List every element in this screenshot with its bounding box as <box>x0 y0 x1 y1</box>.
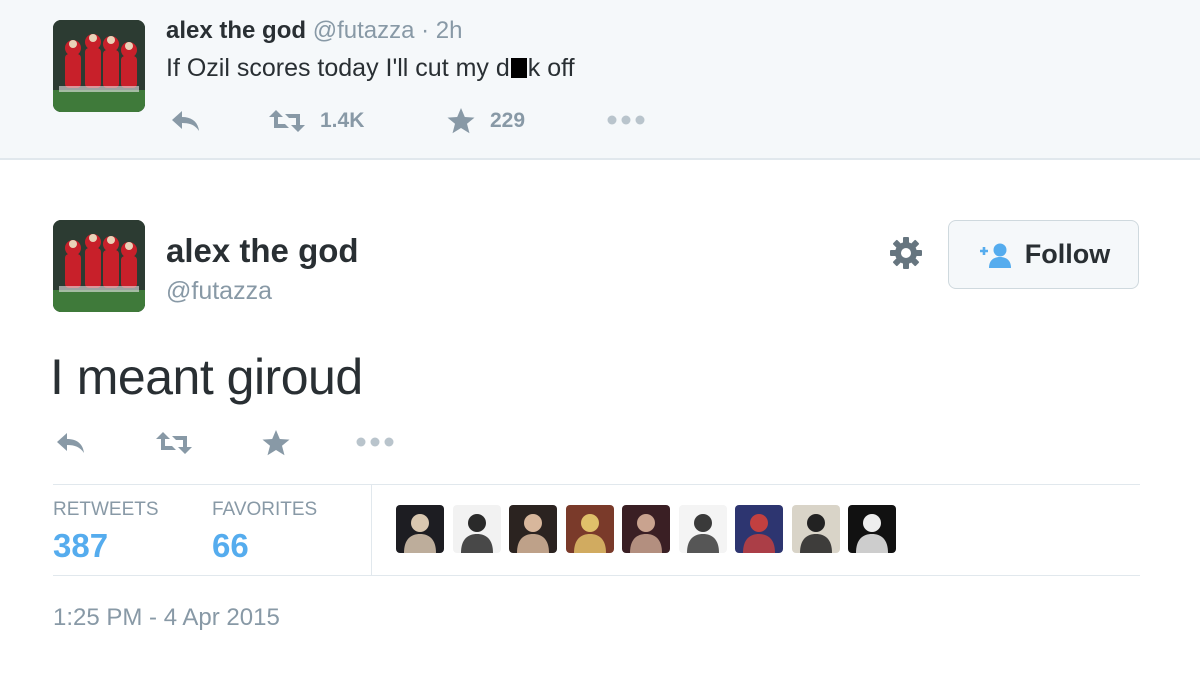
retweets-label[interactable]: RETWEETS <box>53 499 159 521</box>
main-retweet-button[interactable] <box>155 430 193 456</box>
parent-tweet-text-end: k off <box>527 54 575 82</box>
user-photo-icon <box>735 505 783 553</box>
main-user-handle[interactable]: @futazza <box>166 277 272 306</box>
favoriter-avatar-4[interactable] <box>566 505 614 553</box>
team-photo-icon <box>53 220 145 312</box>
reply-icon <box>172 111 199 131</box>
header-separator: · <box>421 17 430 44</box>
retweet-icon <box>269 110 305 132</box>
main-tweet-text: I meant giroud <box>50 349 363 405</box>
main-reply-button[interactable] <box>55 430 87 456</box>
main-user-name[interactable]: alex the god <box>166 232 359 270</box>
retweets-count[interactable]: 387 <box>53 527 108 565</box>
parent-tweet-actions: 1.4K 229 <box>166 106 686 140</box>
user-photo-icon <box>509 505 557 553</box>
gear-icon <box>890 237 922 269</box>
favoriter-avatar-5[interactable] <box>622 505 670 553</box>
favoriter-avatar-7[interactable] <box>735 505 783 553</box>
star-icon <box>262 430 290 456</box>
user-photo-icon <box>453 505 501 553</box>
retweet-icon <box>156 432 192 454</box>
favorites-count[interactable]: 66 <box>212 527 249 565</box>
parent-retweet-button[interactable]: 1.4K <box>268 108 364 134</box>
stats-divider-vertical <box>371 485 372 575</box>
parent-tweet-text-start: If Ozil scores today I'll cut my d <box>166 54 510 82</box>
main-more-button[interactable] <box>355 436 395 448</box>
user-photo-icon <box>792 505 840 553</box>
more-icon <box>607 115 645 125</box>
user-photo-icon <box>566 505 614 553</box>
favoriter-avatar-8[interactable] <box>792 505 840 553</box>
user-photo-icon <box>679 505 727 553</box>
favoriter-avatar-6[interactable] <box>679 505 727 553</box>
parent-user-handle[interactable]: @futazza <box>313 17 415 44</box>
settings-gear-button[interactable] <box>888 235 924 271</box>
parent-tweet-text: If Ozil scores today I'll cut my d k off <box>166 54 575 83</box>
star-icon <box>447 108 475 134</box>
more-icon <box>356 437 394 447</box>
parent-retweet-count: 1.4K <box>320 109 365 132</box>
parent-favorite-count: 229 <box>490 109 526 132</box>
parent-tweet: alex the god @futazza · 2h If Ozil score… <box>0 0 1200 160</box>
reply-icon <box>57 433 84 453</box>
parent-user-avatar[interactable] <box>53 20 145 112</box>
main-tweet-actions <box>55 428 415 462</box>
parent-favorite-button[interactable]: 229 <box>446 106 525 136</box>
add-user-icon <box>979 243 1011 268</box>
user-photo-icon <box>396 505 444 553</box>
team-photo-icon <box>53 20 145 112</box>
main-user-avatar[interactable] <box>53 220 145 312</box>
redaction-block <box>510 58 527 78</box>
parent-more-button[interactable] <box>606 114 646 126</box>
tweet-timestamp[interactable]: 1:25 PM - 4 Apr 2015 <box>53 604 280 632</box>
user-photo-icon <box>622 505 670 553</box>
favoriter-avatar-3[interactable] <box>509 505 557 553</box>
follow-button[interactable]: Follow <box>948 220 1139 289</box>
parent-reply-button[interactable] <box>170 108 202 134</box>
favoriter-avatar-2[interactable] <box>453 505 501 553</box>
main-favorite-button[interactable] <box>261 428 291 458</box>
parent-tweet-time[interactable]: 2h <box>436 17 463 44</box>
parent-tweet-header: alex the god @futazza · 2h <box>166 17 463 45</box>
favoriter-avatar-9[interactable] <box>848 505 896 553</box>
stats-divider-top <box>53 484 1140 485</box>
follow-label: Follow <box>1024 239 1111 269</box>
parent-user-name[interactable]: alex the god <box>166 17 306 44</box>
user-photo-icon <box>848 505 896 553</box>
favorites-label[interactable]: FAVORITES <box>212 499 317 521</box>
stats-divider-bottom <box>53 575 1140 576</box>
favoriter-avatar-1[interactable] <box>396 505 444 553</box>
